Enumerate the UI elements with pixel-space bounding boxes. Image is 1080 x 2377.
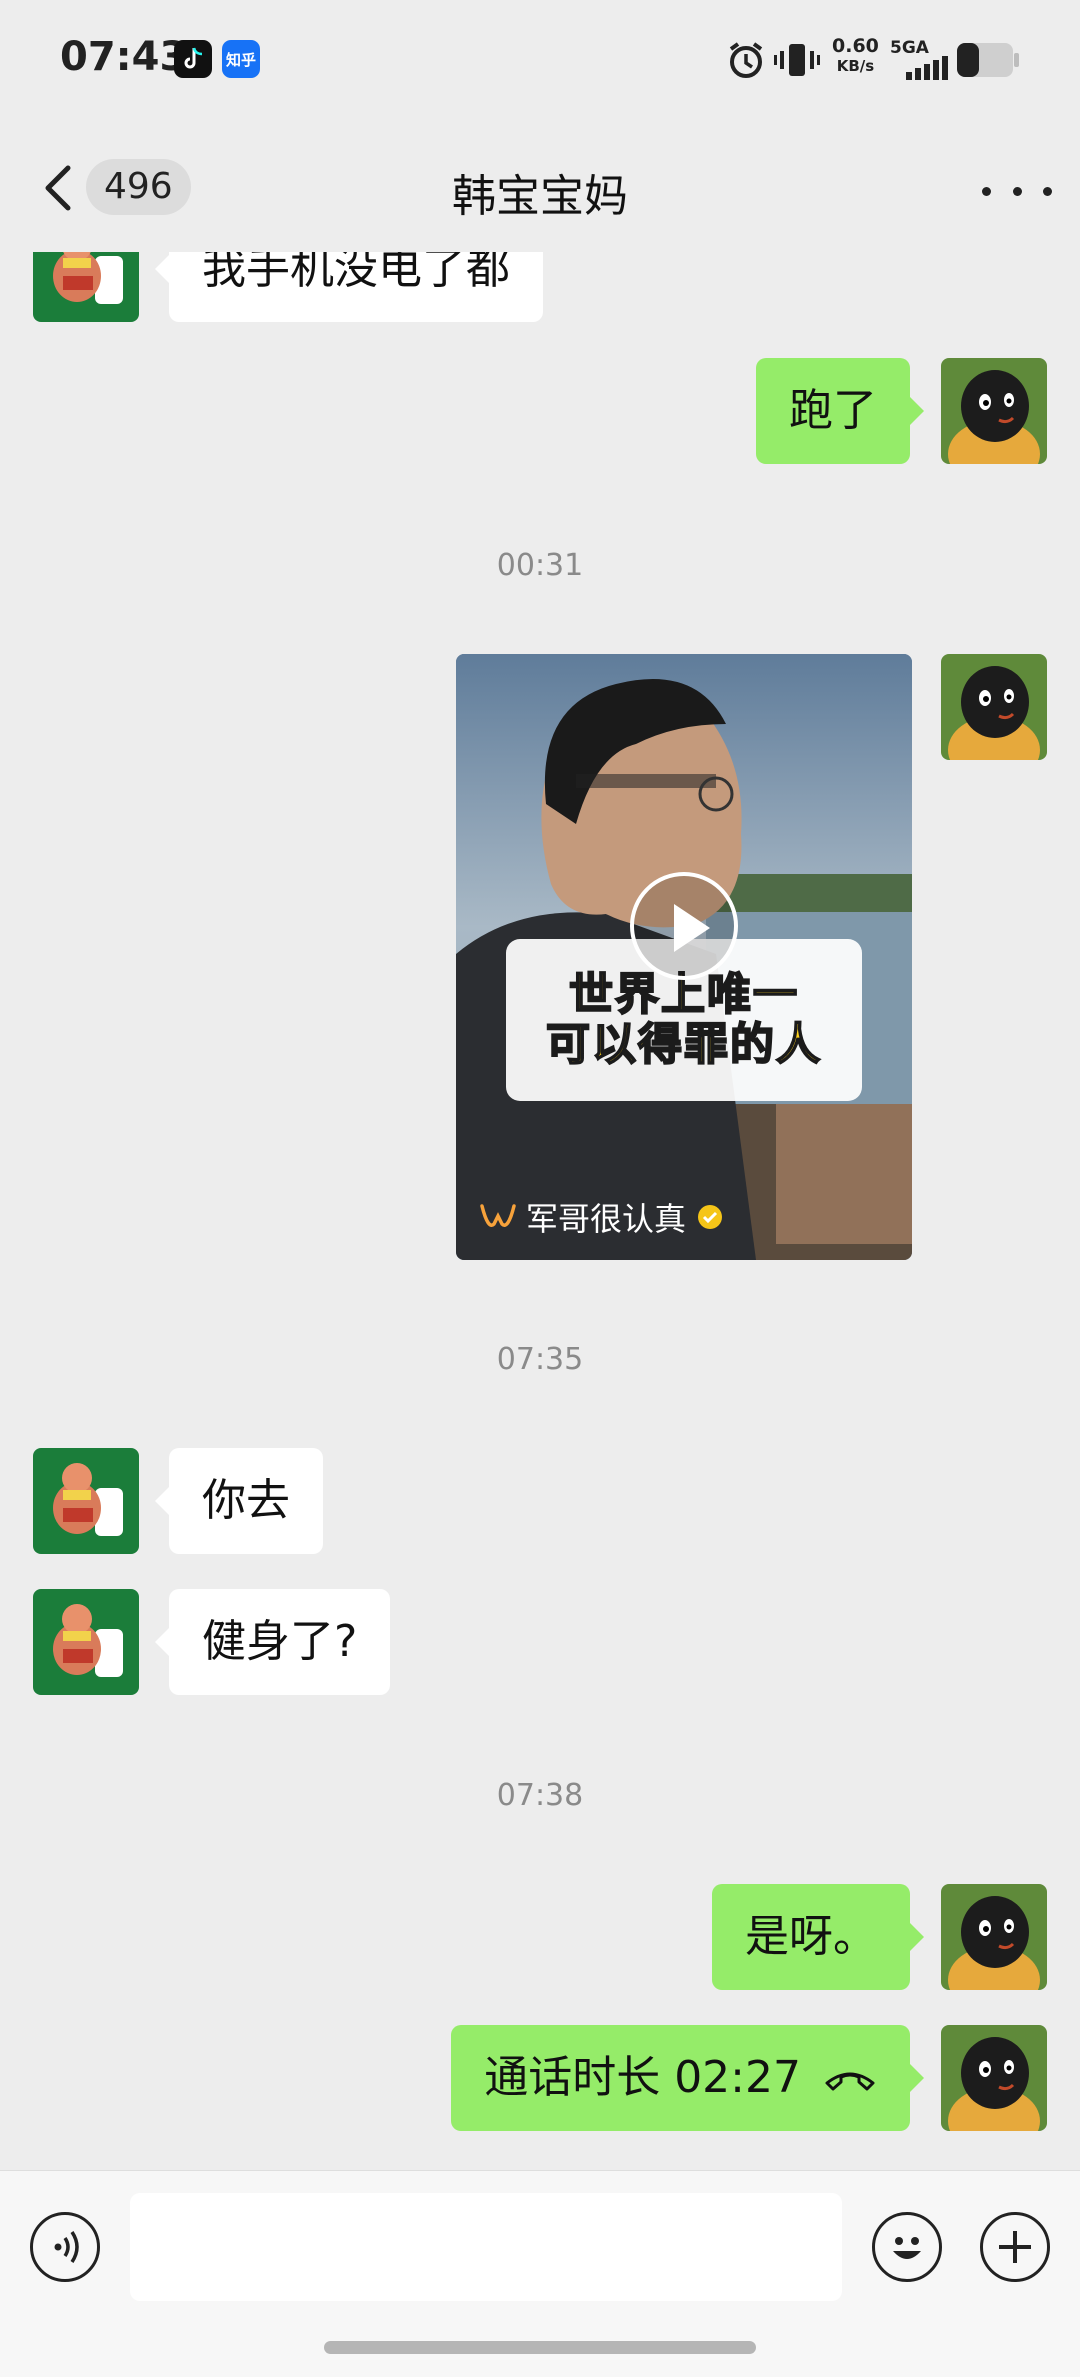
video-author: 军哥很认真	[480, 1194, 724, 1240]
message-bubble-incoming[interactable]: 我手机没电了都	[155, 252, 543, 322]
my-avatar[interactable]	[941, 1884, 1047, 1990]
home-indicator[interactable]	[324, 2341, 756, 2354]
voice-button[interactable]	[30, 2212, 100, 2282]
my-avatar[interactable]	[941, 2025, 1047, 2131]
contact-avatar[interactable]	[33, 252, 139, 322]
alarm-icon	[729, 42, 763, 78]
call-record-bubble[interactable]: 通话时长 02:27	[451, 2025, 924, 2131]
phone-hangup-icon	[825, 2072, 875, 2091]
black-creature-avatar-icon	[941, 654, 1047, 760]
back-button[interactable]	[36, 160, 86, 216]
black-creature-avatar-icon	[941, 358, 1047, 464]
message-bubble-incoming[interactable]: 你去	[155, 1448, 323, 1554]
verified-badge-icon	[698, 1205, 723, 1229]
vibrate-icon	[774, 44, 820, 76]
chevron-left-icon	[45, 165, 71, 211]
timestamp: 07:38	[496, 1778, 584, 1813]
message-bubble-incoming[interactable]: 健身了?	[154, 1589, 391, 1695]
status-bar: 07:43 知乎 0.60 KB/s 5GA	[0, 0, 1080, 120]
timestamp: 00:31	[496, 548, 584, 583]
play-button-icon[interactable]	[630, 872, 738, 980]
network-type: 5GA	[890, 38, 929, 58]
black-creature-avatar-icon	[941, 1884, 1047, 1990]
network-speed: 0.60 KB/s	[832, 35, 879, 75]
more-dots-icon	[982, 186, 991, 196]
cartoon-avatar-icon	[33, 1589, 139, 1695]
cartoon-avatar-icon	[33, 252, 139, 322]
battery-icon	[957, 43, 1019, 77]
more-options-button[interactable]	[982, 166, 1052, 216]
input-bar	[0, 2170, 1080, 2377]
contact-avatar[interactable]	[33, 1589, 139, 1695]
voice-icon	[54, 2231, 79, 2263]
cartoon-avatar-icon	[33, 1448, 139, 1554]
unread-count-badge[interactable]: 496	[86, 159, 191, 215]
black-creature-avatar-icon	[941, 2025, 1047, 2131]
signal-icon	[906, 56, 948, 80]
zhihu-icon: 知乎	[222, 40, 260, 78]
emoji-icon	[893, 2237, 921, 2259]
video-message[interactable]: 世界上唯一 可以得罪的人 军哥很认真	[456, 654, 912, 1260]
plus-icon	[999, 2231, 1031, 2263]
status-time: 07:43	[60, 34, 188, 80]
message-list[interactable]: 我手机没电了都 跑了 00:31 世界上唯一 可以得罪的人 军哥很认真 07:3…	[0, 252, 1080, 2170]
contact-avatar[interactable]	[33, 1448, 139, 1554]
my-avatar[interactable]	[941, 358, 1047, 464]
chat-header: 496 韩宝宝妈	[0, 120, 1080, 252]
emoji-button[interactable]	[872, 2212, 942, 2282]
chat-title: 韩宝宝妈	[452, 171, 628, 222]
message-bubble-outgoing[interactable]: 是呀。	[712, 1884, 924, 1990]
more-actions-button[interactable]	[980, 2212, 1050, 2282]
my-avatar[interactable]	[941, 654, 1047, 760]
timestamp: 07:35	[496, 1342, 584, 1377]
channels-logo-icon	[480, 1204, 516, 1227]
message-bubble-outgoing[interactable]: 跑了	[756, 358, 924, 464]
message-input[interactable]	[130, 2193, 842, 2301]
tiktok-icon	[174, 40, 212, 78]
